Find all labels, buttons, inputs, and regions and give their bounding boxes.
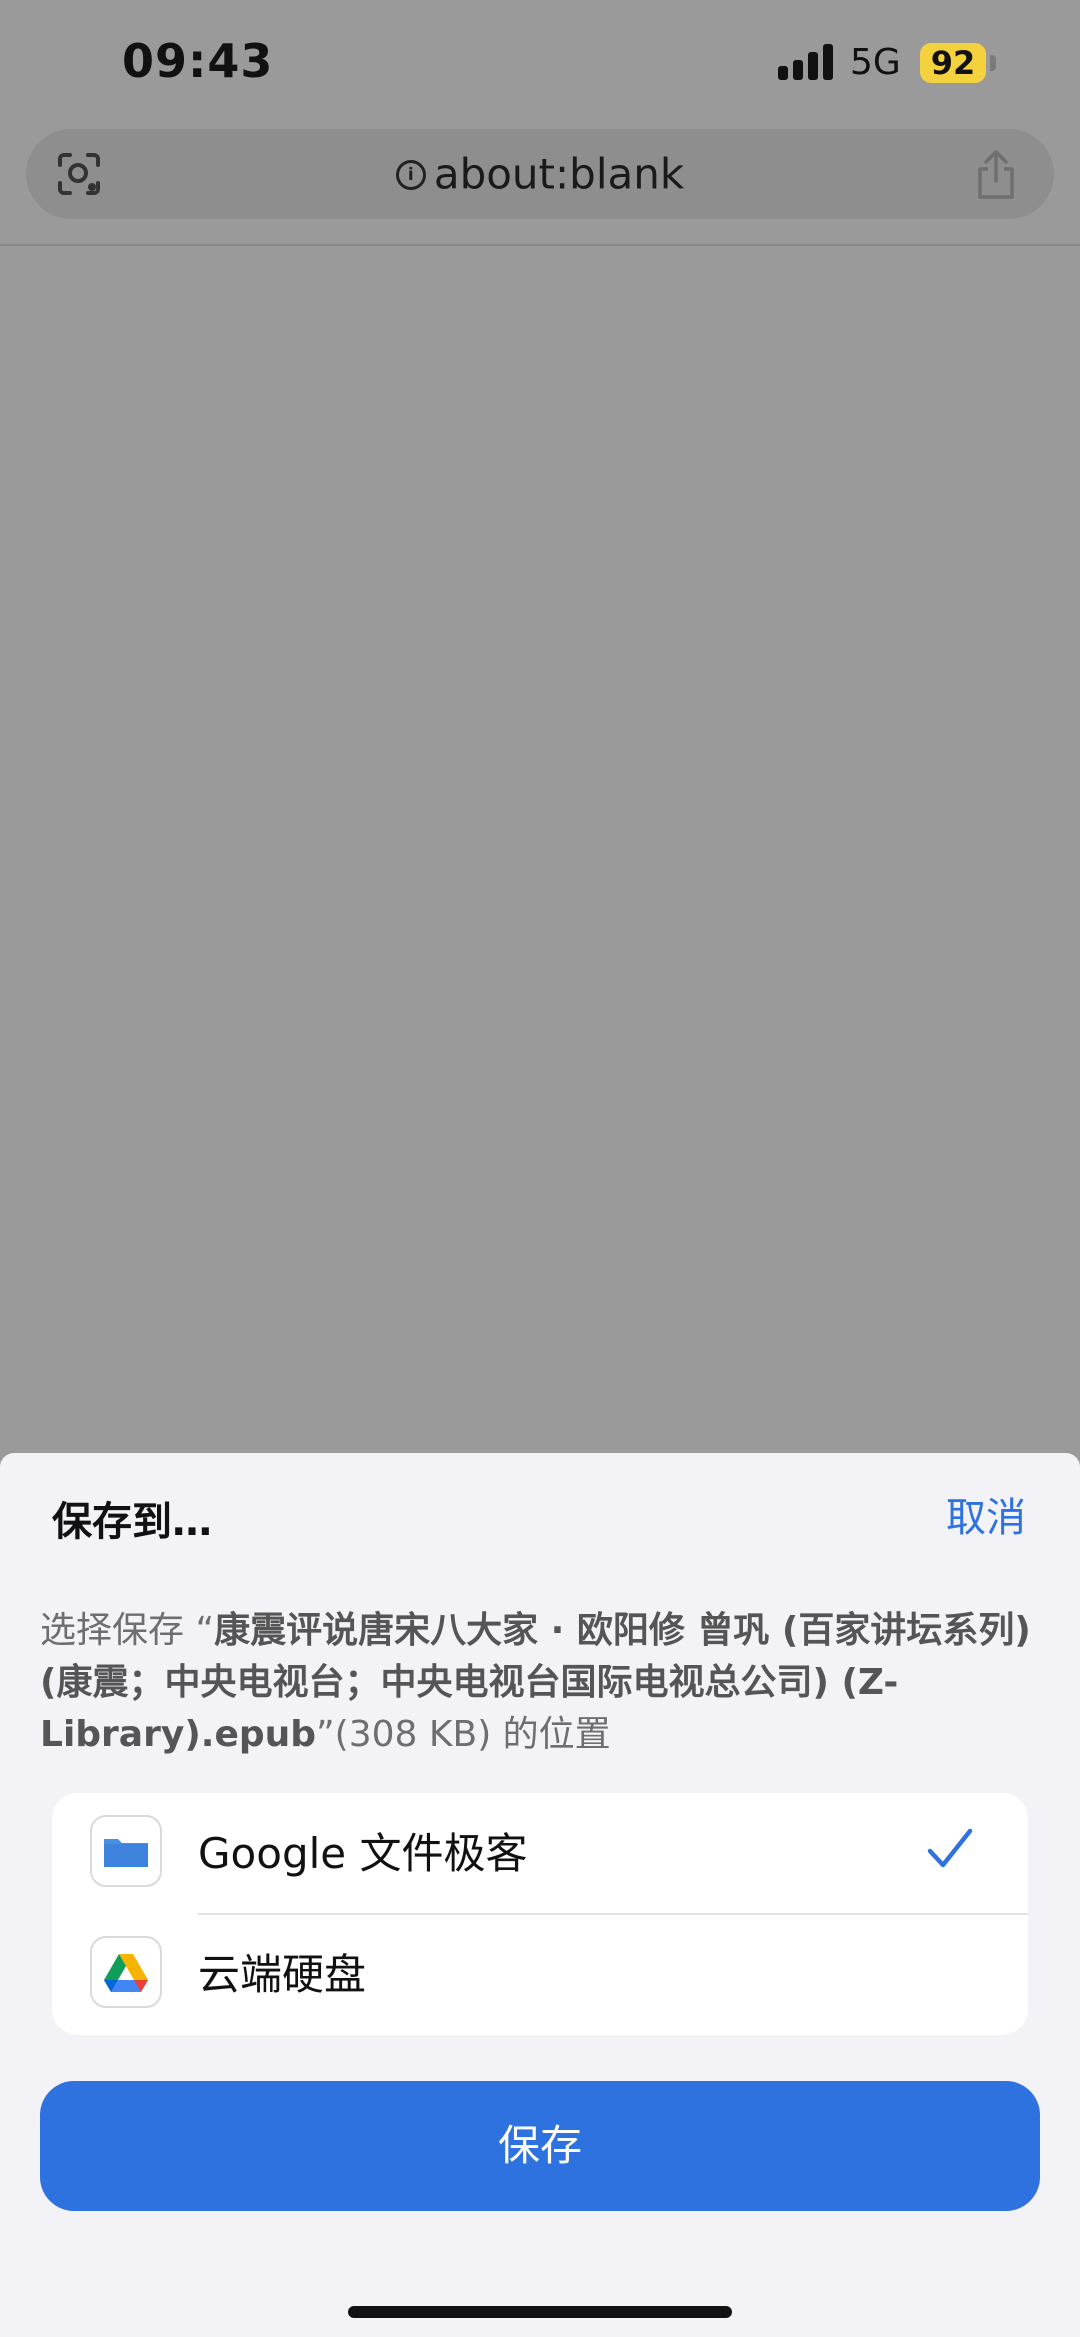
save-button[interactable]: 保存 xyxy=(40,2081,1040,2211)
destination-label: 云端硬盘 xyxy=(198,1950,367,1999)
description-prefix: 选择保存 “ xyxy=(40,1610,215,1651)
battery-icon: 92 xyxy=(920,43,986,83)
cancel-button[interactable]: 取消 xyxy=(946,1485,1026,1543)
status-bar: 09:43 5G 92 xyxy=(0,0,1080,130)
share-icon[interactable] xyxy=(972,149,1020,201)
home-indicator xyxy=(348,2306,732,2318)
status-time: 09:43 xyxy=(122,34,274,88)
save-description: 选择保存 “康震评说唐宋八大家 · 欧阳修 曾巩 (百家讲坛系列) (康震；中央… xyxy=(40,1605,1040,1761)
description-suffix: ”(308 KB) 的位置 xyxy=(316,1714,611,1755)
destination-list: Google 文件极客 云端硬盘 xyxy=(52,1793,1028,2035)
signal-icon xyxy=(778,44,834,80)
sheet-title: 保存到… xyxy=(52,1499,212,1545)
destination-google-drive[interactable]: 云端硬盘 xyxy=(52,1914,1028,2035)
address-bar[interactable]: i about:blank xyxy=(26,129,1054,219)
url-text: about:blank xyxy=(433,149,685,199)
destination-google-files[interactable]: Google 文件极客 xyxy=(52,1793,1028,1914)
network-type: 5G xyxy=(850,42,901,83)
info-icon[interactable]: i xyxy=(395,159,426,190)
folder-icon xyxy=(90,1815,162,1887)
google-drive-icon xyxy=(90,1936,162,2008)
toolbar-divider xyxy=(0,244,1080,246)
url-display[interactable]: i about:blank xyxy=(26,129,1054,219)
battery-tip xyxy=(990,55,996,71)
save-to-sheet: 保存到… 取消 选择保存 “康震评说唐宋八大家 · 欧阳修 曾巩 (百家讲坛系列… xyxy=(0,1453,1080,2337)
destination-label: Google 文件极客 xyxy=(198,1829,528,1878)
checkmark-icon xyxy=(927,1828,973,1868)
